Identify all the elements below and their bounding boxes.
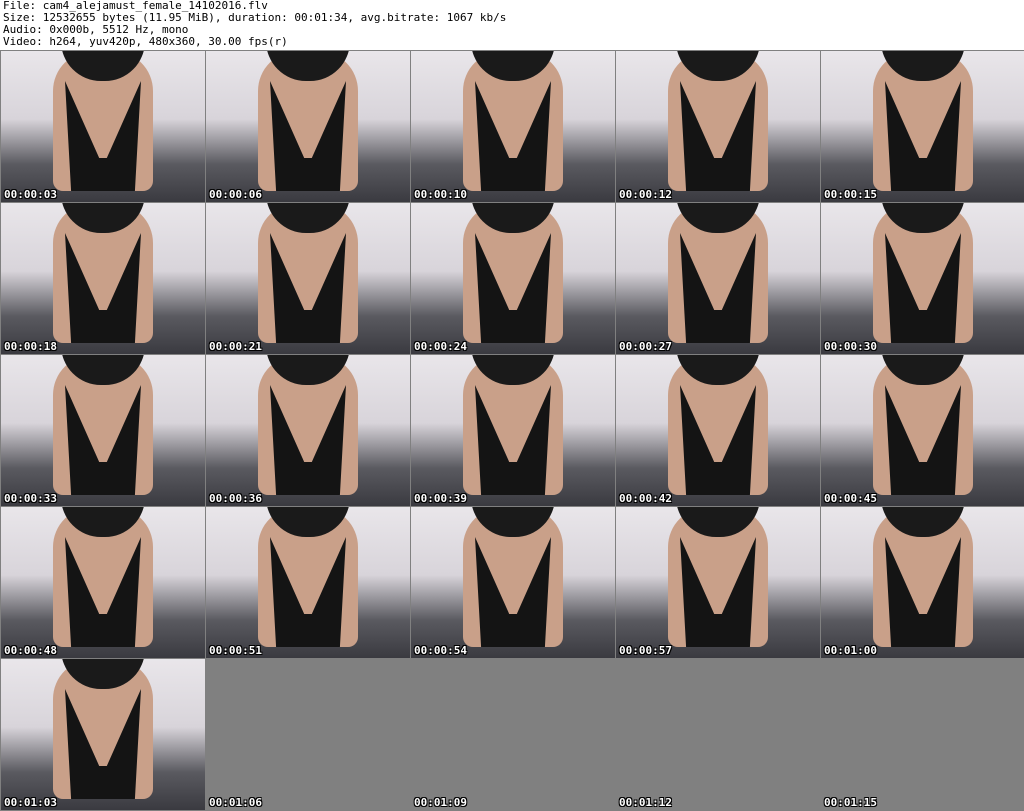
thumbnail-frame[interactable]: 00:01:06 xyxy=(206,659,410,810)
thumbnail-frame[interactable]: 00:00:51 xyxy=(206,507,410,658)
thumbnail-frame[interactable]: 00:00:39 xyxy=(411,355,615,506)
timestamp-label: 00:00:30 xyxy=(824,340,877,353)
thumbnail-frame[interactable]: 00:00:27 xyxy=(616,203,820,354)
timestamp-label: 00:00:15 xyxy=(824,188,877,201)
frame-image xyxy=(863,355,983,506)
timestamp-label: 00:00:54 xyxy=(414,644,467,657)
thumbnail-frame[interactable]: 00:00:03 xyxy=(1,51,205,202)
frame-image xyxy=(863,507,983,658)
frame-image xyxy=(453,203,573,354)
frame-image xyxy=(658,355,778,506)
thumbnail-frame[interactable]: 00:00:06 xyxy=(206,51,410,202)
thumbnail-frame[interactable]: 00:00:30 xyxy=(821,203,1024,354)
timestamp-label: 00:01:15 xyxy=(824,796,877,809)
frame-image xyxy=(658,51,778,202)
thumbnail-frame[interactable]: 00:00:18 xyxy=(1,203,205,354)
thumbnail-frame[interactable]: 00:00:10 xyxy=(411,51,615,202)
frame-image xyxy=(43,507,163,658)
frame-image xyxy=(658,507,778,658)
timestamp-label: 00:00:39 xyxy=(414,492,467,505)
timestamp-label: 00:00:18 xyxy=(4,340,57,353)
frame-image xyxy=(43,355,163,506)
thumbnail-frame[interactable]: 00:00:36 xyxy=(206,355,410,506)
timestamp-label: 00:00:51 xyxy=(209,644,262,657)
thumbnail-frame[interactable]: 00:00:24 xyxy=(411,203,615,354)
thumbnail-frame[interactable]: 00:00:48 xyxy=(1,507,205,658)
frame-image xyxy=(658,203,778,354)
frame-image xyxy=(43,203,163,354)
thumbnail-frame[interactable]: 00:01:12 xyxy=(616,659,820,810)
timestamp-label: 00:01:06 xyxy=(209,796,262,809)
timestamp-label: 00:01:09 xyxy=(414,796,467,809)
frame-image xyxy=(863,203,983,354)
frame-image xyxy=(248,507,368,658)
timestamp-label: 00:00:03 xyxy=(4,188,57,201)
thumbnail-frame[interactable]: 00:00:42 xyxy=(616,355,820,506)
timestamp-label: 00:01:00 xyxy=(824,644,877,657)
thumbnail-frame[interactable]: 00:00:15 xyxy=(821,51,1024,202)
timestamp-label: 00:00:57 xyxy=(619,644,672,657)
thumbnail-frame[interactable]: 00:01:03 xyxy=(1,659,205,810)
timestamp-label: 00:00:42 xyxy=(619,492,672,505)
timestamp-label: 00:00:33 xyxy=(4,492,57,505)
timestamp-label: 00:00:06 xyxy=(209,188,262,201)
frame-image xyxy=(43,51,163,202)
frame-image xyxy=(863,51,983,202)
frame-image xyxy=(248,51,368,202)
timestamp-label: 00:00:12 xyxy=(619,188,672,201)
frame-image xyxy=(453,507,573,658)
timestamp-label: 00:00:48 xyxy=(4,644,57,657)
timestamp-label: 00:00:27 xyxy=(619,340,672,353)
timestamp-label: 00:00:24 xyxy=(414,340,467,353)
thumbnail-grid: 00:00:03 00:00:06 00:00:10 00:00:12 00:00:15… xyxy=(0,50,1024,811)
timestamp-label: 00:00:21 xyxy=(209,340,262,353)
video-info-line: Video: h264, yuv420p, 480x360, 30.00 fps… xyxy=(3,35,288,48)
frame-image xyxy=(248,203,368,354)
timestamp-label: 00:01:12 xyxy=(619,796,672,809)
thumbnail-frame[interactable]: 00:01:00 xyxy=(821,507,1024,658)
file-info-header: File: cam4_alejamust_female_14102016.flv… xyxy=(0,0,1024,50)
timestamp-label: 00:01:03 xyxy=(4,796,57,809)
thumbnail-frame[interactable]: 00:00:45 xyxy=(821,355,1024,506)
thumbnail-frame[interactable]: 00:01:09 xyxy=(411,659,615,810)
frame-image xyxy=(248,355,368,506)
thumbnail-frame[interactable]: 00:00:21 xyxy=(206,203,410,354)
thumbnail-frame[interactable]: 00:00:54 xyxy=(411,507,615,658)
frame-image xyxy=(453,51,573,202)
timestamp-label: 00:00:36 xyxy=(209,492,262,505)
timestamp-label: 00:00:45 xyxy=(824,492,877,505)
thumbnail-frame[interactable]: 00:01:15 xyxy=(821,659,1024,810)
thumbnail-frame[interactable]: 00:00:33 xyxy=(1,355,205,506)
timestamp-label: 00:00:10 xyxy=(414,188,467,201)
thumbnail-frame[interactable]: 00:00:12 xyxy=(616,51,820,202)
thumbnail-frame[interactable]: 00:00:57 xyxy=(616,507,820,658)
frame-image xyxy=(43,659,163,810)
frame-image xyxy=(453,355,573,506)
